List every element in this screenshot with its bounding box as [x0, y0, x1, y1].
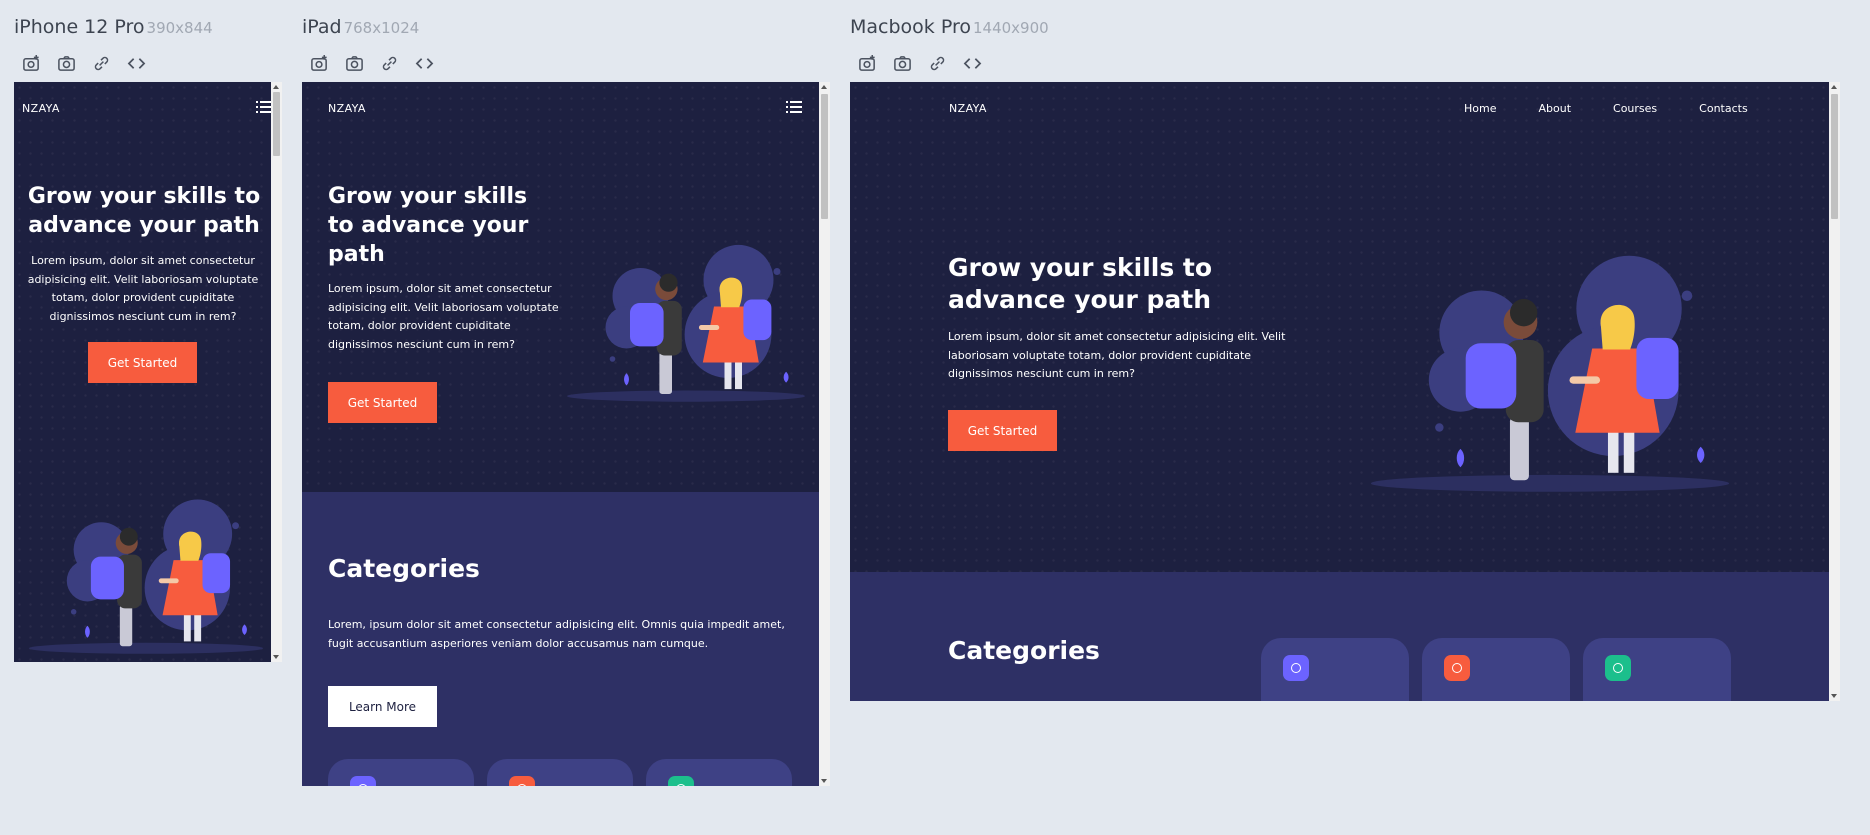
camera-icon[interactable] — [343, 52, 366, 75]
category-icon — [509, 776, 535, 786]
hero-illustration — [560, 222, 812, 405]
main-nav: Home About Courses Contacts — [1464, 102, 1748, 115]
categories-section: Categories Lorem, ipsum dolor sit amet c… — [302, 492, 819, 786]
device-header: Macbook Pro 1440x900 — [850, 0, 1840, 44]
logo[interactable]: NZAYA — [22, 102, 60, 115]
hero-text: Lorem ipsum, dolor sit amet consectetur … — [328, 282, 559, 351]
category-card[interactable] — [1583, 638, 1731, 701]
device-size: 768x1024 — [343, 19, 420, 37]
ipad-frame: NZAYA Grow your skills to advance your p… — [302, 82, 830, 786]
category-icon — [1605, 655, 1631, 681]
scroll-up-icon[interactable] — [1831, 85, 1837, 89]
menu-icon[interactable] — [786, 100, 802, 114]
hero-section: NZAYA Home About Courses Contacts Grow y… — [850, 82, 1829, 572]
device-name: Macbook Pro — [850, 16, 971, 38]
scroll-up-icon[interactable] — [273, 85, 279, 89]
device-name: iPad — [302, 16, 342, 38]
scroll-down-icon[interactable] — [821, 779, 827, 783]
get-started-button[interactable]: Get Started — [328, 382, 437, 423]
device-toolbar — [14, 44, 282, 82]
category-icon — [350, 776, 376, 786]
category-icon — [668, 776, 694, 786]
device-macbook: Macbook Pro 1440x900 NZAYA Home About Cou… — [850, 0, 1840, 701]
device-header: iPhone 12 Pro 390x844 — [14, 0, 282, 44]
code-icon[interactable] — [961, 52, 984, 75]
nav-contacts[interactable]: Contacts — [1699, 102, 1748, 115]
categories-section: Categories — [850, 572, 1829, 701]
screenshot-full-icon[interactable] — [308, 52, 331, 75]
category-icon — [1444, 655, 1470, 681]
hero-text: Lorem ipsum, dolor sit amet consectetur … — [948, 330, 1286, 380]
nav-courses[interactable]: Courses — [1613, 102, 1657, 115]
category-card[interactable] — [487, 759, 633, 786]
device-name: iPhone 12 Pro — [14, 16, 145, 38]
category-card[interactable] — [328, 759, 474, 786]
nav-about[interactable]: About — [1538, 102, 1571, 115]
link-icon[interactable] — [90, 52, 113, 75]
screenshot-full-icon[interactable] — [856, 52, 879, 75]
scrollbar[interactable] — [1829, 82, 1840, 701]
categories-text: Lorem, ipsum dolor sit amet consectetur … — [328, 618, 785, 650]
logo[interactable]: NZAYA — [328, 102, 366, 115]
device-toolbar — [850, 44, 1840, 82]
scroll-thumb[interactable] — [273, 92, 280, 156]
code-icon[interactable] — [125, 52, 148, 75]
category-card[interactable] — [1261, 638, 1409, 701]
scroll-down-icon[interactable] — [1831, 694, 1837, 698]
camera-icon[interactable] — [55, 52, 78, 75]
page-viewport: NZAYA Grow your skills to advance your p… — [302, 82, 819, 786]
scroll-thumb[interactable] — [821, 94, 828, 219]
category-icon — [1283, 655, 1309, 681]
camera-icon[interactable] — [891, 52, 914, 75]
learn-more-button[interactable]: Learn More — [328, 686, 437, 727]
scroll-down-icon[interactable] — [273, 655, 279, 659]
device-header: iPad 768x1024 — [302, 0, 830, 44]
logo[interactable]: NZAYA — [949, 102, 987, 115]
categories-title: Categories — [948, 636, 1100, 665]
hero-illustration — [22, 477, 270, 657]
hero-title: Grow your skills to advance your path — [328, 184, 529, 267]
iphone-frame: NZAYA Grow your skills to advance your p… — [14, 82, 282, 662]
scrollbar[interactable] — [819, 82, 830, 786]
hero-section: NZAYA Grow your skills to advance your p… — [302, 82, 819, 492]
categories-title: Categories — [328, 554, 480, 583]
link-icon[interactable] — [378, 52, 401, 75]
macbook-frame: NZAYA Home About Courses Contacts Grow y… — [850, 82, 1840, 701]
hero-title: Grow your skills to advance your path — [948, 253, 1213, 314]
category-card[interactable] — [646, 759, 792, 786]
hero-title: Grow your skills to advance your path — [27, 184, 261, 238]
hero-section: NZAYA Grow your skills to advance your p… — [14, 82, 271, 662]
device-size: 1440x900 — [972, 19, 1049, 37]
menu-icon[interactable] — [256, 100, 271, 114]
page-viewport: NZAYA Grow your skills to advance your p… — [14, 82, 271, 662]
hero-illustration — [1360, 222, 1740, 496]
category-card[interactable] — [1422, 638, 1570, 701]
link-icon[interactable] — [926, 52, 949, 75]
device-toolbar — [302, 44, 830, 82]
device-iphone: iPhone 12 Pro 390x844 NZAYA Grow your ski… — [14, 0, 282, 662]
page-viewport: NZAYA Home About Courses Contacts Grow y… — [850, 82, 1829, 701]
device-size: 390x844 — [146, 19, 213, 37]
get-started-button[interactable]: Get Started — [948, 410, 1057, 451]
nav-home[interactable]: Home — [1464, 102, 1496, 115]
scrollbar[interactable] — [271, 82, 282, 662]
device-ipad: iPad 768x1024 NZAYA Grow your skills to a… — [302, 0, 830, 786]
screenshot-full-icon[interactable] — [20, 52, 43, 75]
scroll-thumb[interactable] — [1831, 94, 1838, 219]
code-icon[interactable] — [413, 52, 436, 75]
hero-text: Lorem ipsum, dolor sit amet consectetur … — [27, 254, 259, 323]
get-started-button[interactable]: Get Started — [88, 342, 197, 383]
scroll-up-icon[interactable] — [821, 85, 827, 89]
